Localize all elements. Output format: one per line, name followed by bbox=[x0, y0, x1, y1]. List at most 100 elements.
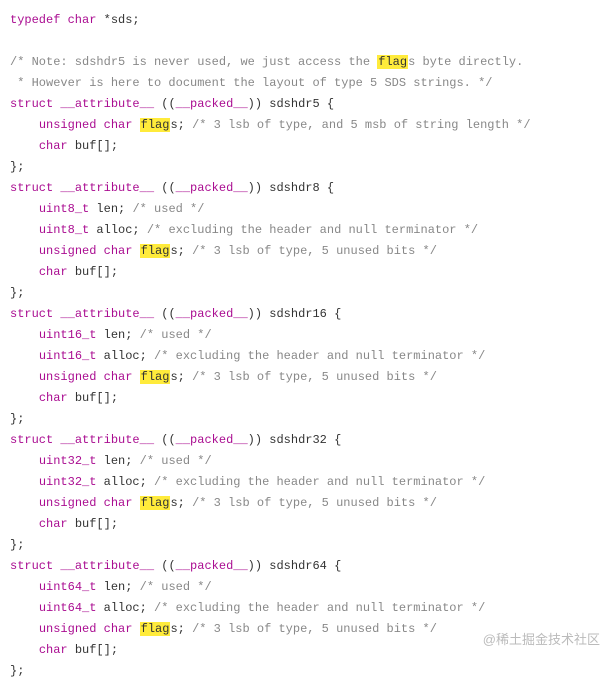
code-token bbox=[10, 391, 39, 405]
code-token: __packed__ bbox=[176, 307, 248, 321]
code-token: /* used */ bbox=[140, 454, 212, 468]
code-token bbox=[10, 601, 39, 615]
code-line: char buf[]; bbox=[10, 517, 118, 531]
code-token: /* 3 lsb of type, 5 unused bits */ bbox=[192, 622, 437, 636]
code-token: *sds; bbox=[104, 13, 140, 27]
code-token: (( bbox=[154, 181, 176, 195]
code-line: }; bbox=[10, 664, 24, 678]
code-token: s; bbox=[170, 370, 192, 384]
code-token bbox=[10, 328, 39, 342]
code-token: buf[]; bbox=[75, 391, 118, 405]
code-token: __packed__ bbox=[176, 181, 248, 195]
code-token: )) sdshdr16 { bbox=[248, 307, 342, 321]
code-token: __attribute__ bbox=[60, 433, 154, 447]
code-token: struct bbox=[10, 181, 60, 195]
code-token: (( bbox=[154, 559, 176, 573]
code-token: unsigned char bbox=[39, 370, 140, 384]
code-block: typedef char *sds; /* Note: sdshdr5 is n… bbox=[10, 10, 604, 682]
code-token: __packed__ bbox=[176, 433, 248, 447]
code-token: /* Note: sdshdr5 is never used, we just … bbox=[10, 55, 377, 69]
code-token: struct bbox=[10, 433, 60, 447]
code-token: len; bbox=[96, 202, 132, 216]
code-line: struct __attribute__ ((__packed__)) sdsh… bbox=[10, 307, 341, 321]
code-token bbox=[10, 370, 39, 384]
code-line: }; bbox=[10, 286, 24, 300]
code-token: (( bbox=[154, 433, 176, 447]
code-line: char buf[]; bbox=[10, 265, 118, 279]
code-token: (( bbox=[154, 307, 176, 321]
code-token: __packed__ bbox=[176, 97, 248, 111]
code-token: }; bbox=[10, 286, 24, 300]
code-line: char buf[]; bbox=[10, 391, 118, 405]
code-token bbox=[10, 475, 39, 489]
code-token: /* 3 lsb of type, 5 unused bits */ bbox=[192, 370, 437, 384]
code-token: uint64_t bbox=[39, 580, 104, 594]
code-line: unsigned char flags; /* 3 lsb of type, 5… bbox=[10, 622, 437, 636]
code-token: /* excluding the header and null termina… bbox=[154, 475, 485, 489]
code-token: flag bbox=[140, 622, 171, 636]
code-token: len; bbox=[104, 454, 140, 468]
code-token: )) sdshdr5 { bbox=[248, 97, 334, 111]
code-token: /* used */ bbox=[140, 580, 212, 594]
code-line: struct __attribute__ ((__packed__)) sdsh… bbox=[10, 559, 341, 573]
code-line: /* Note: sdshdr5 is never used, we just … bbox=[10, 55, 523, 69]
code-token: * However is here to document the layout… bbox=[10, 76, 492, 90]
code-token: uint64_t bbox=[39, 601, 104, 615]
code-token: uint32_t bbox=[39, 475, 104, 489]
code-token: s; bbox=[170, 622, 192, 636]
code-line: unsigned char flags; /* 3 lsb of type, 5… bbox=[10, 370, 437, 384]
code-token bbox=[10, 622, 39, 636]
code-token: uint8_t bbox=[39, 223, 97, 237]
code-token: buf[]; bbox=[75, 265, 118, 279]
code-token: typedef char bbox=[10, 13, 104, 27]
code-token: flag bbox=[377, 55, 408, 69]
code-token: uint32_t bbox=[39, 454, 104, 468]
code-token: uint16_t bbox=[39, 328, 104, 342]
code-token bbox=[10, 454, 39, 468]
code-line: unsigned char flags; /* 3 lsb of type, 5… bbox=[10, 496, 437, 510]
code-token: )) sdshdr64 { bbox=[248, 559, 342, 573]
code-token: __packed__ bbox=[176, 559, 248, 573]
code-line: uint16_t alloc; /* excluding the header … bbox=[10, 349, 485, 363]
code-token: /* 3 lsb of type, and 5 msb of string le… bbox=[192, 118, 530, 132]
code-token: unsigned char bbox=[39, 244, 140, 258]
code-token: buf[]; bbox=[75, 643, 118, 657]
code-token: /* used */ bbox=[140, 328, 212, 342]
code-line: * However is here to document the layout… bbox=[10, 76, 492, 90]
code-line: struct __attribute__ ((__packed__)) sdsh… bbox=[10, 97, 334, 111]
code-token bbox=[10, 580, 39, 594]
code-token: __attribute__ bbox=[60, 307, 154, 321]
code-token: s; bbox=[170, 496, 192, 510]
code-token: struct bbox=[10, 97, 60, 111]
code-line: uint64_t alloc; /* excluding the header … bbox=[10, 601, 485, 615]
code-token: unsigned char bbox=[39, 496, 140, 510]
code-line: }; bbox=[10, 160, 24, 174]
code-token: /* 3 lsb of type, 5 unused bits */ bbox=[192, 244, 437, 258]
code-token: /* excluding the header and null termina… bbox=[147, 223, 478, 237]
code-token: )) sdshdr32 { bbox=[248, 433, 342, 447]
code-token: buf[]; bbox=[75, 517, 118, 531]
code-token: uint16_t bbox=[39, 349, 104, 363]
code-token: len; bbox=[104, 328, 140, 342]
code-token: )) sdshdr8 { bbox=[248, 181, 334, 195]
code-line: uint32_t alloc; /* excluding the header … bbox=[10, 475, 485, 489]
code-token: __attribute__ bbox=[60, 97, 154, 111]
code-line: uint32_t len; /* used */ bbox=[10, 454, 212, 468]
code-token: __attribute__ bbox=[60, 559, 154, 573]
code-token bbox=[10, 265, 39, 279]
code-token: len; bbox=[104, 580, 140, 594]
code-token bbox=[10, 349, 39, 363]
code-token: }; bbox=[10, 538, 24, 552]
code-line: uint8_t len; /* used */ bbox=[10, 202, 204, 216]
code-line: uint8_t alloc; /* excluding the header a… bbox=[10, 223, 478, 237]
code-token bbox=[10, 496, 39, 510]
code-line: struct __attribute__ ((__packed__)) sdsh… bbox=[10, 433, 341, 447]
code-line: unsigned char flags; /* 3 lsb of type, 5… bbox=[10, 244, 437, 258]
code-token bbox=[10, 118, 39, 132]
code-token: char bbox=[39, 139, 75, 153]
code-line: }; bbox=[10, 538, 24, 552]
code-token: flag bbox=[140, 244, 171, 258]
code-token: flag bbox=[140, 370, 171, 384]
code-token: }; bbox=[10, 160, 24, 174]
code-token: }; bbox=[10, 664, 24, 678]
